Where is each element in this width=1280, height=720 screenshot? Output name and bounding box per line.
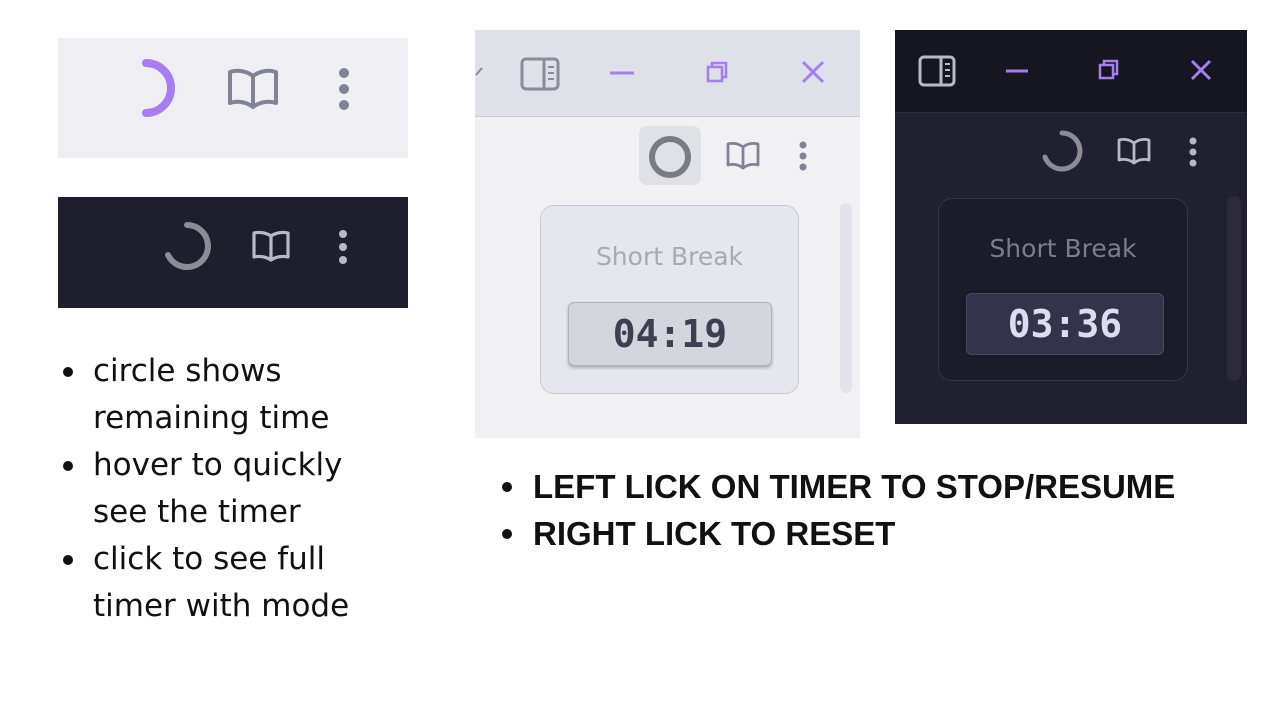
sidebar-toggle-icon[interactable] [918,55,956,87]
progress-ring-icon[interactable] [648,135,692,179]
note-item: hover to quickly see the timer [60,442,390,536]
book-icon[interactable] [1117,136,1151,166]
book-icon[interactable] [227,65,279,111]
note-item: circle shows remaining time [60,348,390,442]
scrollbar[interactable] [840,203,852,393]
timer-display[interactable]: 04:19 [568,302,772,366]
book-icon[interactable] [726,140,760,172]
restore-icon[interactable] [1098,59,1119,80]
timer-card: Short Break 03:36 [938,198,1188,381]
progress-ring-icon[interactable] [132,57,186,119]
chevron-icon[interactable] [475,66,483,76]
dark-window-panel: Short Break 03:36 [895,30,1247,424]
timer-card: Short Break 04:19 [540,205,799,394]
timer-mode-label: Short Break [989,234,1137,263]
more-vertical-icon[interactable] [338,230,348,264]
progress-ring-icon[interactable] [1041,130,1083,172]
light-window-panel: Short Break 04:19 [475,30,860,438]
controls-notes-list: LEFT LICK ON TIMER TO STOP/RESUME RIGHT … [498,463,1198,557]
timer-mode-label: Short Break [595,242,744,271]
minimize-icon[interactable] [609,70,635,76]
timer-display[interactable]: 03:36 [966,293,1164,355]
note-item: LEFT LICK ON TIMER TO STOP/RESUME [498,463,1198,510]
note-item: RIGHT LICK TO RESET [498,510,1198,557]
title-bar [895,30,1247,113]
more-vertical-icon[interactable] [1189,137,1197,167]
more-vertical-icon[interactable] [799,141,807,171]
sidebar-toggle-icon[interactable] [520,57,560,91]
title-bar [475,30,860,117]
feature-notes-list: circle shows remaining time hover to qui… [60,348,390,630]
book-icon[interactable] [251,228,291,264]
scrollbar[interactable] [1227,196,1241,381]
more-vertical-icon[interactable] [338,68,350,110]
close-icon[interactable] [801,60,825,84]
progress-ring-icon[interactable] [163,222,211,272]
minimize-icon[interactable] [1005,68,1029,74]
light-toolbar-panel [58,38,408,158]
dark-toolbar-panel [58,197,408,308]
close-icon[interactable] [1190,59,1212,81]
restore-icon[interactable] [706,61,728,83]
note-item: click to see full timer with mode [60,536,390,630]
